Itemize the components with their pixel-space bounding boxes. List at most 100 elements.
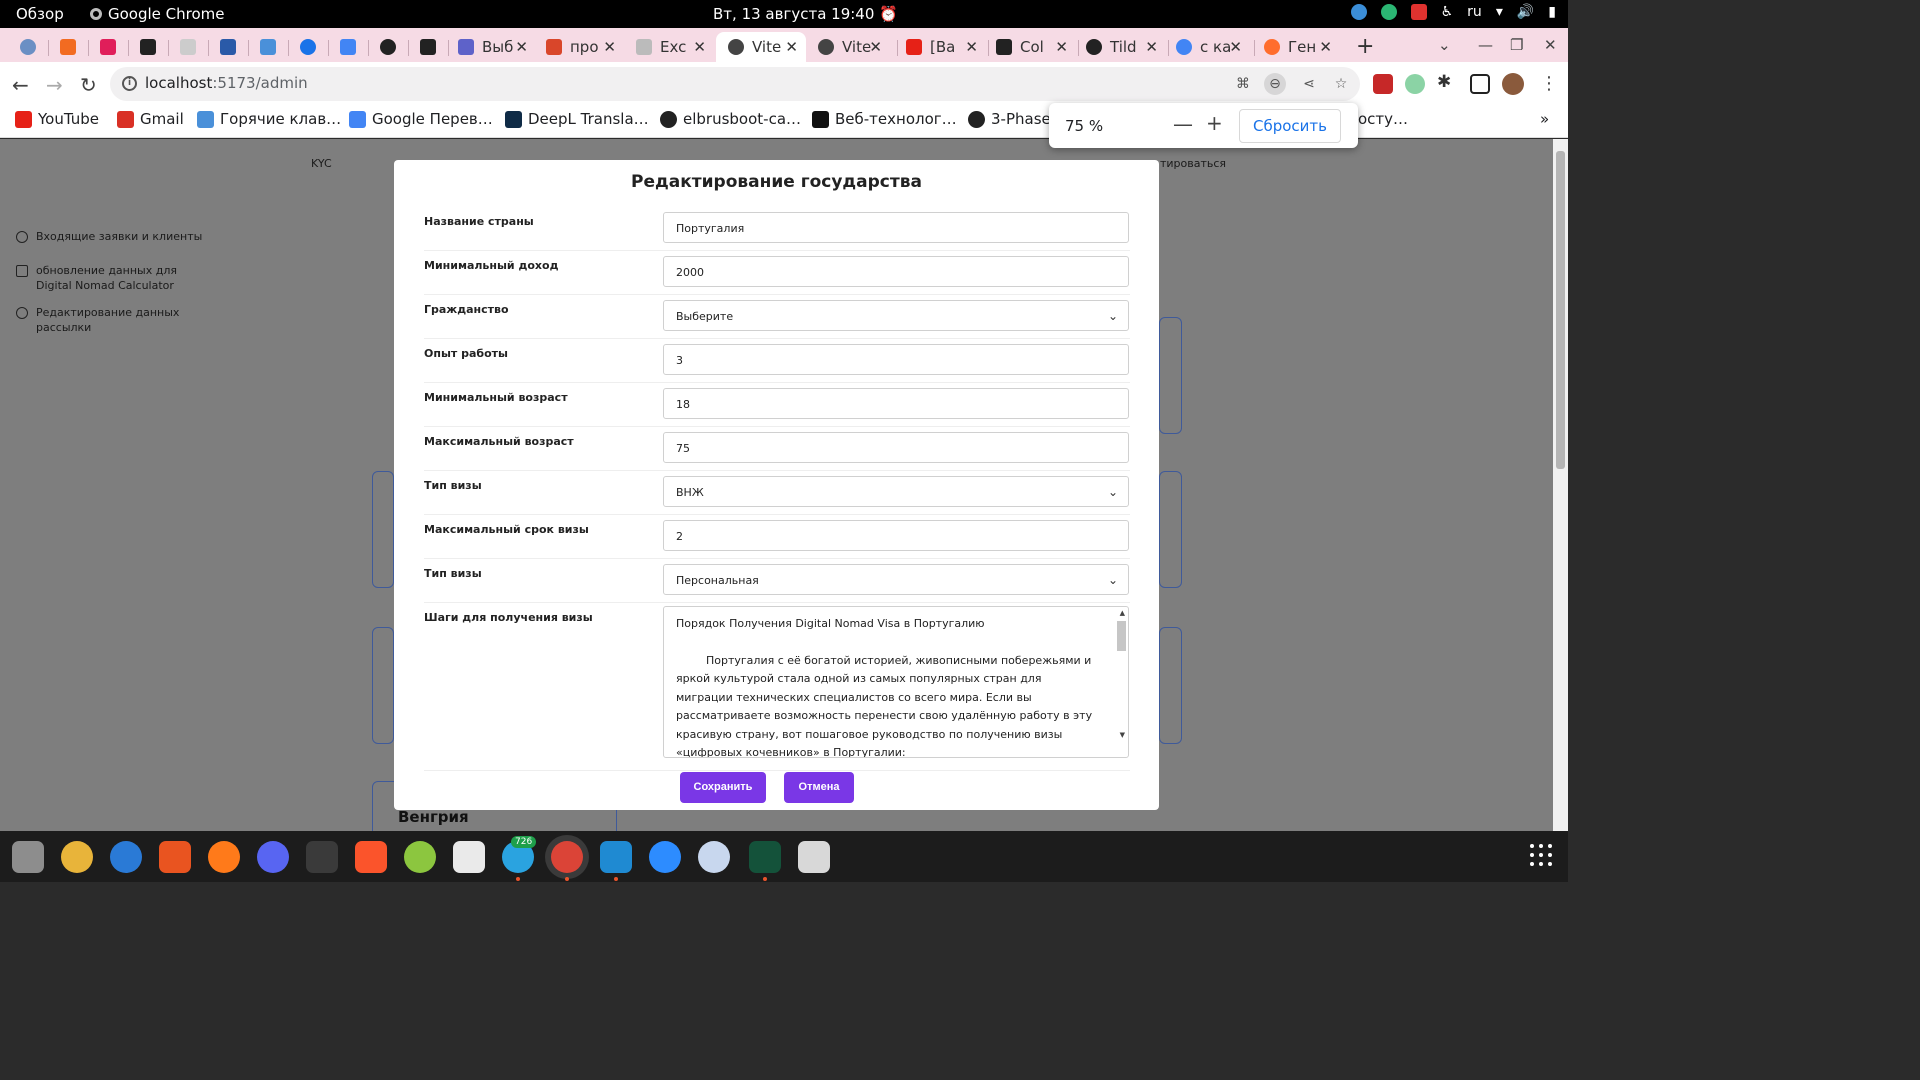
discord-icon[interactable]: [257, 841, 289, 873]
keyboard-layout[interactable]: ru: [1467, 4, 1482, 20]
visa-steps-textarea[interactable]: Порядок Получения Digital Nomad Visa в П…: [663, 606, 1129, 758]
chrome-icon[interactable]: [551, 841, 583, 881]
back-button[interactable]: ←: [12, 73, 29, 97]
zoom-icon[interactable]: [649, 841, 681, 873]
tray-app-icon[interactable]: [1350, 4, 1367, 20]
browser-tab[interactable]: Col ✕: [996, 32, 1076, 62]
close-tab-icon[interactable]: ✕: [965, 38, 978, 56]
bookmark-3-phase[interactable]: 3-Phase-: [968, 110, 1056, 128]
browser-tab[interactable]: Ген ✕: [1264, 32, 1340, 62]
zoom-reset-button[interactable]: Сбросить: [1239, 109, 1341, 143]
sidebar-item-calculator[interactable]: обновление данных для Digital Nomad Calc…: [16, 263, 186, 293]
side-panel-icon[interactable]: [1470, 74, 1490, 94]
close-tab-icon[interactable]: ✕: [1229, 38, 1242, 56]
activities-button[interactable]: Обзор: [16, 5, 64, 23]
browser-tab[interactable]: про ✕: [546, 32, 624, 62]
max-visa-term-input[interactable]: 2: [663, 520, 1129, 551]
app-icon[interactable]: [453, 841, 485, 873]
scrollbar-thumb[interactable]: [1556, 151, 1565, 469]
browser-tab[interactable]: Tild ✕: [1086, 32, 1166, 62]
maximize-window-icon[interactable]: ❐: [1510, 36, 1523, 54]
pinned-tab[interactable]: [180, 32, 196, 62]
accessibility-icon[interactable]: ♿: [1441, 4, 1454, 20]
cancel-button[interactable]: Отмена: [784, 772, 854, 803]
scroll-down-icon[interactable]: ▼: [1120, 731, 1125, 739]
pinned-tab[interactable]: [380, 32, 396, 62]
close-tab-icon[interactable]: ✕: [515, 38, 528, 56]
browser-tab[interactable]: с ка ✕: [1176, 32, 1250, 62]
help-icon[interactable]: [110, 841, 142, 873]
reload-button[interactable]: ↻: [80, 73, 97, 97]
vscode-icon[interactable]: [600, 841, 632, 881]
address-bar[interactable]: i localhost:5173/admin ⌘ ⊖ ⋖ ☆: [110, 67, 1360, 101]
nav-register[interactable]: тироваться: [1160, 157, 1226, 170]
site-info-icon[interactable]: i: [122, 76, 137, 91]
clock[interactable]: Вт, 13 августа 19:40 ⏰: [713, 5, 898, 23]
app-icon[interactable]: [749, 841, 781, 881]
profile-avatar[interactable]: [1502, 73, 1524, 95]
browser-tab[interactable]: [Ва ✕: [906, 32, 986, 62]
show-apps-icon[interactable]: [1530, 844, 1552, 866]
brave-icon[interactable]: [355, 841, 387, 873]
textarea-scrollbar[interactable]: ▲ ▼: [1114, 607, 1128, 757]
min-income-input[interactable]: 2000: [663, 256, 1129, 287]
close-tab-icon[interactable]: ✕: [1145, 38, 1158, 56]
url-text[interactable]: localhost:5173/admin: [145, 74, 308, 92]
bookmark-star-icon[interactable]: ☆: [1330, 73, 1352, 95]
new-tab-button[interactable]: +: [1356, 34, 1374, 59]
terminal-icon[interactable]: [306, 841, 338, 873]
work-experience-input[interactable]: 3: [663, 344, 1129, 375]
cloud-icon[interactable]: [404, 841, 436, 873]
close-tab-icon[interactable]: ✕: [869, 38, 882, 56]
sidebar-item-mailing[interactable]: Редактирование данных рассылки: [16, 305, 186, 335]
minimize-window-icon[interactable]: —: [1478, 36, 1493, 54]
page-scrollbar[interactable]: [1553, 139, 1568, 831]
browser-tab[interactable]: Vite ✕: [818, 32, 890, 62]
close-tab-icon[interactable]: ✕: [785, 38, 798, 56]
pinned-tab[interactable]: [340, 32, 356, 62]
citizenship-select[interactable]: Выберите ⌄: [663, 300, 1129, 331]
forward-button[interactable]: →: [46, 73, 63, 97]
firefox-icon[interactable]: [208, 841, 240, 873]
extensions-puzzle-icon[interactable]: ✱: [1437, 72, 1457, 92]
extension-icon[interactable]: [1373, 74, 1393, 94]
zoom-in-button[interactable]: +: [1206, 111, 1223, 135]
tray-app3-icon[interactable]: [1410, 4, 1427, 20]
zoom-icon[interactable]: ⊖: [1264, 73, 1286, 95]
bookmark-more[interactable]: осту…: [1358, 110, 1408, 128]
pinned-tab[interactable]: [260, 32, 276, 62]
browser-tab-active[interactable]: Vite ✕: [716, 32, 806, 62]
bookmark-gmail[interactable]: Gmail: [117, 110, 184, 128]
pinned-tab[interactable]: [100, 32, 116, 62]
nav-kyc[interactable]: KYC: [311, 157, 332, 170]
wifi-icon[interactable]: ▾: [1496, 4, 1503, 20]
bookmark-youtube[interactable]: YouTube: [15, 110, 99, 128]
scroll-up-icon[interactable]: ▲: [1120, 609, 1125, 617]
min-age-input[interactable]: 18: [663, 388, 1129, 419]
bookmark-deepl[interactable]: DeepL Transla…: [505, 110, 649, 128]
pinned-tab[interactable]: [420, 32, 436, 62]
bookmark-web-tech[interactable]: Веб-технолог…: [812, 110, 957, 128]
pinned-tab[interactable]: [20, 32, 36, 62]
visa-kind-select[interactable]: Персональная ⌄: [663, 564, 1129, 595]
app-center-icon[interactable]: [159, 841, 191, 873]
bookmark-hotkeys[interactable]: Горячие клав…: [197, 110, 341, 128]
bookmarks-overflow-icon[interactable]: »: [1540, 110, 1549, 128]
pinned-tab[interactable]: [60, 32, 76, 62]
save-button[interactable]: Сохранить: [680, 772, 766, 803]
close-tab-icon[interactable]: ✕: [1319, 38, 1332, 56]
browser-tab[interactable]: Выб ✕: [458, 32, 536, 62]
system-tray[interactable]: ♿ ru ▾ 🔊 ▮: [1350, 4, 1556, 20]
textarea-scroll-thumb[interactable]: [1117, 621, 1126, 651]
zoom-out-button[interactable]: —: [1173, 112, 1193, 136]
close-window-icon[interactable]: ✕: [1544, 36, 1557, 54]
close-tab-icon[interactable]: ✕: [603, 38, 616, 56]
close-tab-icon[interactable]: ✕: [693, 38, 706, 56]
close-tab-icon[interactable]: ✕: [1055, 38, 1068, 56]
mail-icon[interactable]: [698, 841, 730, 873]
tab-search-icon[interactable]: ⌄: [1438, 36, 1451, 54]
pinned-tab[interactable]: [300, 32, 316, 62]
browser-tab[interactable]: Exc ✕: [636, 32, 714, 62]
share-icon[interactable]: ⋖: [1298, 73, 1320, 95]
pinned-tab[interactable]: [220, 32, 236, 62]
